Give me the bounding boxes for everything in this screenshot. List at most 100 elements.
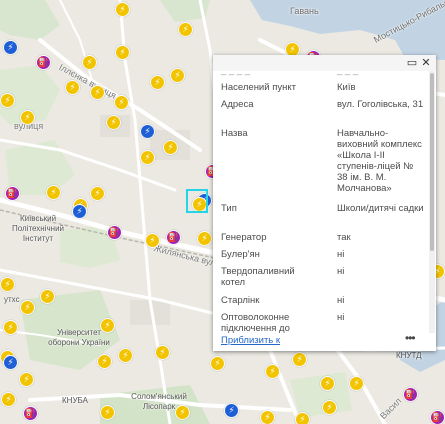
fuel-pump-icon: ⛽ <box>6 188 19 199</box>
lightning-icon: ⚡ <box>119 47 126 58</box>
popup-scrollbar[interactable] <box>429 71 435 333</box>
lightning-icon: ⚡ <box>76 206 83 217</box>
fuel-pump-icon: ⛽ <box>404 389 417 400</box>
map-marker-purple[interactable]: ⛽ <box>166 230 181 245</box>
map-marker-yellow[interactable]: ⚡ <box>90 85 105 100</box>
lightning-icon: ⚡ <box>7 357 14 368</box>
map-label-gavan: Гавань <box>290 6 319 16</box>
popup-field-value: ні <box>337 266 345 277</box>
map-marker-yellow[interactable]: ⚡ <box>197 231 212 246</box>
lightning-icon: ⚡ <box>289 44 296 55</box>
lightning-icon: ⚡ <box>44 291 51 302</box>
map-marker-blue[interactable]: ⚡ <box>72 204 87 219</box>
map-marker-yellow[interactable]: ⚡ <box>175 405 190 420</box>
popup-field-key: Адреса <box>221 99 254 110</box>
popup-field-value: так <box>337 232 351 243</box>
popup-scroll-thumb[interactable] <box>430 73 434 251</box>
map-marker-yellow[interactable]: ⚡ <box>322 400 337 415</box>
map-marker-yellow[interactable]: ⚡ <box>46 185 61 200</box>
map-marker-blue[interactable]: ⚡ <box>224 403 239 418</box>
popup-field-value: Школи/дитячі садки <box>337 203 424 214</box>
lightning-icon: ⚡ <box>214 358 221 369</box>
map-marker-purple[interactable]: ⛽ <box>107 225 122 240</box>
map-marker-purple[interactable]: ⛽ <box>5 186 20 201</box>
fuel-pump-icon: ⛽ <box>37 57 50 68</box>
map-marker-blue[interactable]: ⚡ <box>3 355 18 370</box>
map-marker-yellow[interactable]: ⚡ <box>140 150 155 165</box>
map-marker-yellow[interactable]: ⚡ <box>20 300 35 315</box>
map-marker-yellow[interactable]: ⚡ <box>295 412 310 424</box>
map-marker-yellow[interactable]: ⚡ <box>260 410 275 424</box>
map-marker-yellow[interactable]: ⚡ <box>106 115 121 130</box>
close-icon[interactable]: ✕ <box>420 57 432 69</box>
map-marker-yellow[interactable]: ⚡ <box>163 140 178 155</box>
map-marker-blue[interactable]: ⚡ <box>140 124 155 139</box>
lightning-icon: ⚡ <box>201 233 208 244</box>
feature-popup: ▭ ✕ _ _ _ _ _ _ _ Населений пункт Київ А… <box>213 55 436 351</box>
map-marker-blue[interactable]: ⚡ <box>3 40 18 55</box>
lightning-icon: ⚡ <box>23 374 30 385</box>
popup-field-value: Київ <box>337 82 356 93</box>
dock-icon[interactable]: ▭ <box>406 57 418 69</box>
map-marker-yellow[interactable]: ⚡ <box>349 376 364 391</box>
lightning-icon: ⚡ <box>94 87 101 98</box>
lightning-icon: ⚡ <box>144 126 151 137</box>
map-marker-yellow[interactable]: ⚡ <box>320 376 335 391</box>
map-marker-yellow[interactable]: ⚡ <box>100 405 115 420</box>
popup-attribute-table: _ _ _ _ _ _ _ Населений пункт Київ Адрес… <box>213 71 428 333</box>
map-marker-yellow[interactable]: ⚡ <box>265 364 280 379</box>
selected-feature-highlight <box>186 189 208 213</box>
map-marker-yellow[interactable]: ⚡ <box>178 22 193 37</box>
fuel-pump-icon: ⛽ <box>167 232 180 243</box>
map-marker-yellow[interactable]: ⚡ <box>0 93 15 108</box>
map-marker-purple[interactable]: ⛽ <box>23 406 38 421</box>
lightning-icon: ⚡ <box>104 320 111 331</box>
map-marker-yellow[interactable]: ⚡ <box>115 2 130 17</box>
map-marker-purple[interactable]: ⛽ <box>430 410 445 424</box>
lightning-icon: ⚡ <box>296 354 303 365</box>
lightning-icon: ⚡ <box>149 235 156 246</box>
lightning-icon: ⚡ <box>167 142 174 153</box>
zoom-to-link[interactable]: Приблизить к <box>221 335 280 346</box>
popup-field-key: Оптоволоконне підключення до <box>221 312 290 333</box>
map-label-knutd: КНУТД <box>396 351 422 360</box>
map-marker-yellow[interactable]: ⚡ <box>150 75 165 90</box>
map-marker-yellow[interactable]: ⚡ <box>82 55 97 70</box>
map-canvas[interactable]: Гавань Мостицько-Рибальськ Іллєнка вулиц… <box>0 0 445 424</box>
map-marker-yellow[interactable]: ⚡ <box>292 352 307 367</box>
map-marker-yellow[interactable]: ⚡ <box>210 356 225 371</box>
map-marker-yellow[interactable]: ⚡ <box>40 289 55 304</box>
map-marker-yellow[interactable]: ⚡ <box>100 318 115 333</box>
popup-field-value: вул. Гоголівська, 31 <box>337 99 424 110</box>
popup-field-value: ні <box>337 312 345 323</box>
lightning-icon: ⚡ <box>7 42 14 53</box>
popup-field-key: Назва <box>221 128 248 139</box>
fuel-pump-icon: ⛽ <box>24 408 37 419</box>
popup-field-key: Тип <box>221 203 237 214</box>
lightning-icon: ⚡ <box>94 188 101 199</box>
lightning-icon: ⚡ <box>269 366 276 377</box>
map-marker-purple[interactable]: ⛽ <box>403 387 418 402</box>
lightning-icon: ⚡ <box>110 117 117 128</box>
map-marker-yellow[interactable]: ⚡ <box>65 80 80 95</box>
map-marker-yellow[interactable]: ⚡ <box>0 277 15 292</box>
map-marker-yellow[interactable]: ⚡ <box>90 186 105 201</box>
map-marker-yellow[interactable]: ⚡ <box>3 320 18 335</box>
lightning-icon: ⚡ <box>179 407 186 418</box>
more-actions-button[interactable]: ••• <box>405 331 416 345</box>
map-marker-yellow[interactable]: ⚡ <box>20 110 35 125</box>
lightning-icon: ⚡ <box>7 322 14 333</box>
map-marker-yellow[interactable]: ⚡ <box>170 68 185 83</box>
popup-field-value: ні <box>337 295 345 306</box>
map-marker-yellow[interactable]: ⚡ <box>1 392 16 407</box>
map-marker-purple[interactable]: ⛽ <box>36 55 51 70</box>
map-marker-yellow[interactable]: ⚡ <box>19 372 34 387</box>
map-marker-yellow[interactable]: ⚡ <box>145 233 160 248</box>
map-marker-yellow[interactable]: ⚡ <box>155 345 170 360</box>
map-marker-yellow[interactable]: ⚡ <box>118 348 133 363</box>
map-marker-yellow[interactable]: ⚡ <box>114 95 129 110</box>
map-marker-yellow[interactable]: ⚡ <box>97 354 112 369</box>
popup-header: ▭ ✕ <box>213 55 436 71</box>
map-marker-yellow[interactable]: ⚡ <box>115 45 130 60</box>
lightning-icon: ⚡ <box>182 24 189 35</box>
